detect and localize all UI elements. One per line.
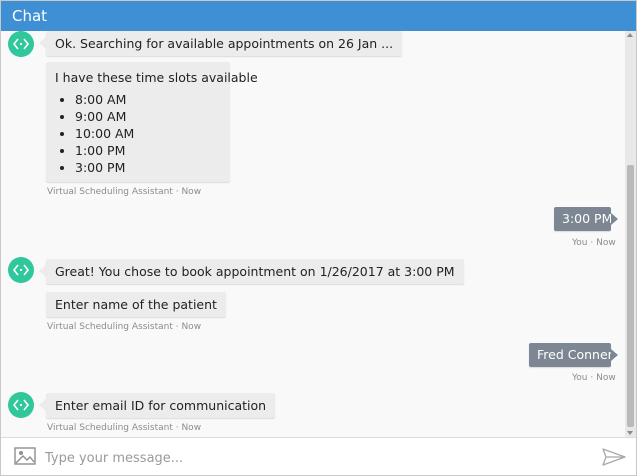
- bubble-tail: [611, 349, 618, 361]
- bot-message-timeslots: I have these time slots available 8:00 A…: [46, 62, 258, 182]
- time-slot-list: 8:00 AM 9:00 AM 10:00 AM 1:00 PM 3:00 PM: [55, 91, 221, 176]
- message-text: Fred Conners: [537, 347, 620, 362]
- message-history[interactable]: Ok. Searching for available appointments…: [1, 31, 625, 437]
- scrollbar-thumb[interactable]: [627, 165, 634, 427]
- time-slot-item: 9:00 AM: [75, 108, 221, 125]
- time-slot-item: 8:00 AM: [75, 91, 221, 108]
- user-message-2: Fred Conners: [529, 343, 619, 367]
- message-meta: Virtual Scheduling Assistant · Now: [47, 187, 202, 197]
- send-icon[interactable]: [602, 448, 626, 466]
- chat-window: Chat Ok. Searching for available appoint…: [0, 0, 637, 476]
- code-brackets-icon: [13, 399, 29, 411]
- code-brackets-icon: [13, 264, 29, 276]
- bot-avatar: [8, 392, 34, 418]
- image-icon[interactable]: [14, 447, 36, 465]
- bot-message-confirm: Great! You chose to book appointment on …: [46, 259, 464, 284]
- message-meta: Virtual Scheduling Assistant · Now: [47, 322, 202, 332]
- bot-message-email: Enter email ID for communication: [46, 393, 276, 418]
- bot-message-1: Ok. Searching for available appointments…: [46, 31, 403, 56]
- scroll-up-arrow-icon[interactable]: [627, 33, 633, 37]
- vertical-scrollbar[interactable]: [625, 31, 636, 437]
- time-slot-item: 1:00 PM: [75, 142, 221, 159]
- message-input[interactable]: [43, 445, 587, 471]
- bot-avatar: [8, 257, 34, 283]
- time-slot-item: 3:00 PM: [75, 159, 221, 176]
- window-title: Chat: [1, 1, 636, 31]
- bot-avatar: [8, 31, 34, 57]
- bubble-tail: [39, 265, 46, 277]
- message-meta: You · Now: [572, 373, 616, 383]
- bot-message-patient-name: Enter name of the patient: [46, 292, 226, 317]
- message-meta: Virtual Scheduling Assistant · Now: [47, 423, 202, 433]
- scroll-down-arrow-icon[interactable]: [627, 431, 633, 435]
- message-text: 3:00 PM: [562, 211, 613, 226]
- message-input-bar: [1, 437, 636, 475]
- message-meta: You · Now: [572, 238, 616, 248]
- message-text: Great! You chose to book appointment on …: [55, 264, 455, 279]
- time-slot-item: 10:00 AM: [75, 125, 221, 142]
- code-brackets-icon: [13, 38, 29, 50]
- bubble-tail: [39, 37, 46, 49]
- message-text: Enter name of the patient: [55, 297, 217, 312]
- message-text: Ok. Searching for available appointments…: [55, 36, 394, 51]
- message-text: Enter email ID for communication: [55, 398, 267, 413]
- bubble-tail: [39, 399, 46, 411]
- user-message-1: 3:00 PM: [554, 207, 613, 231]
- bubble-tail: [611, 213, 618, 225]
- message-text: I have these time slots available: [55, 70, 258, 85]
